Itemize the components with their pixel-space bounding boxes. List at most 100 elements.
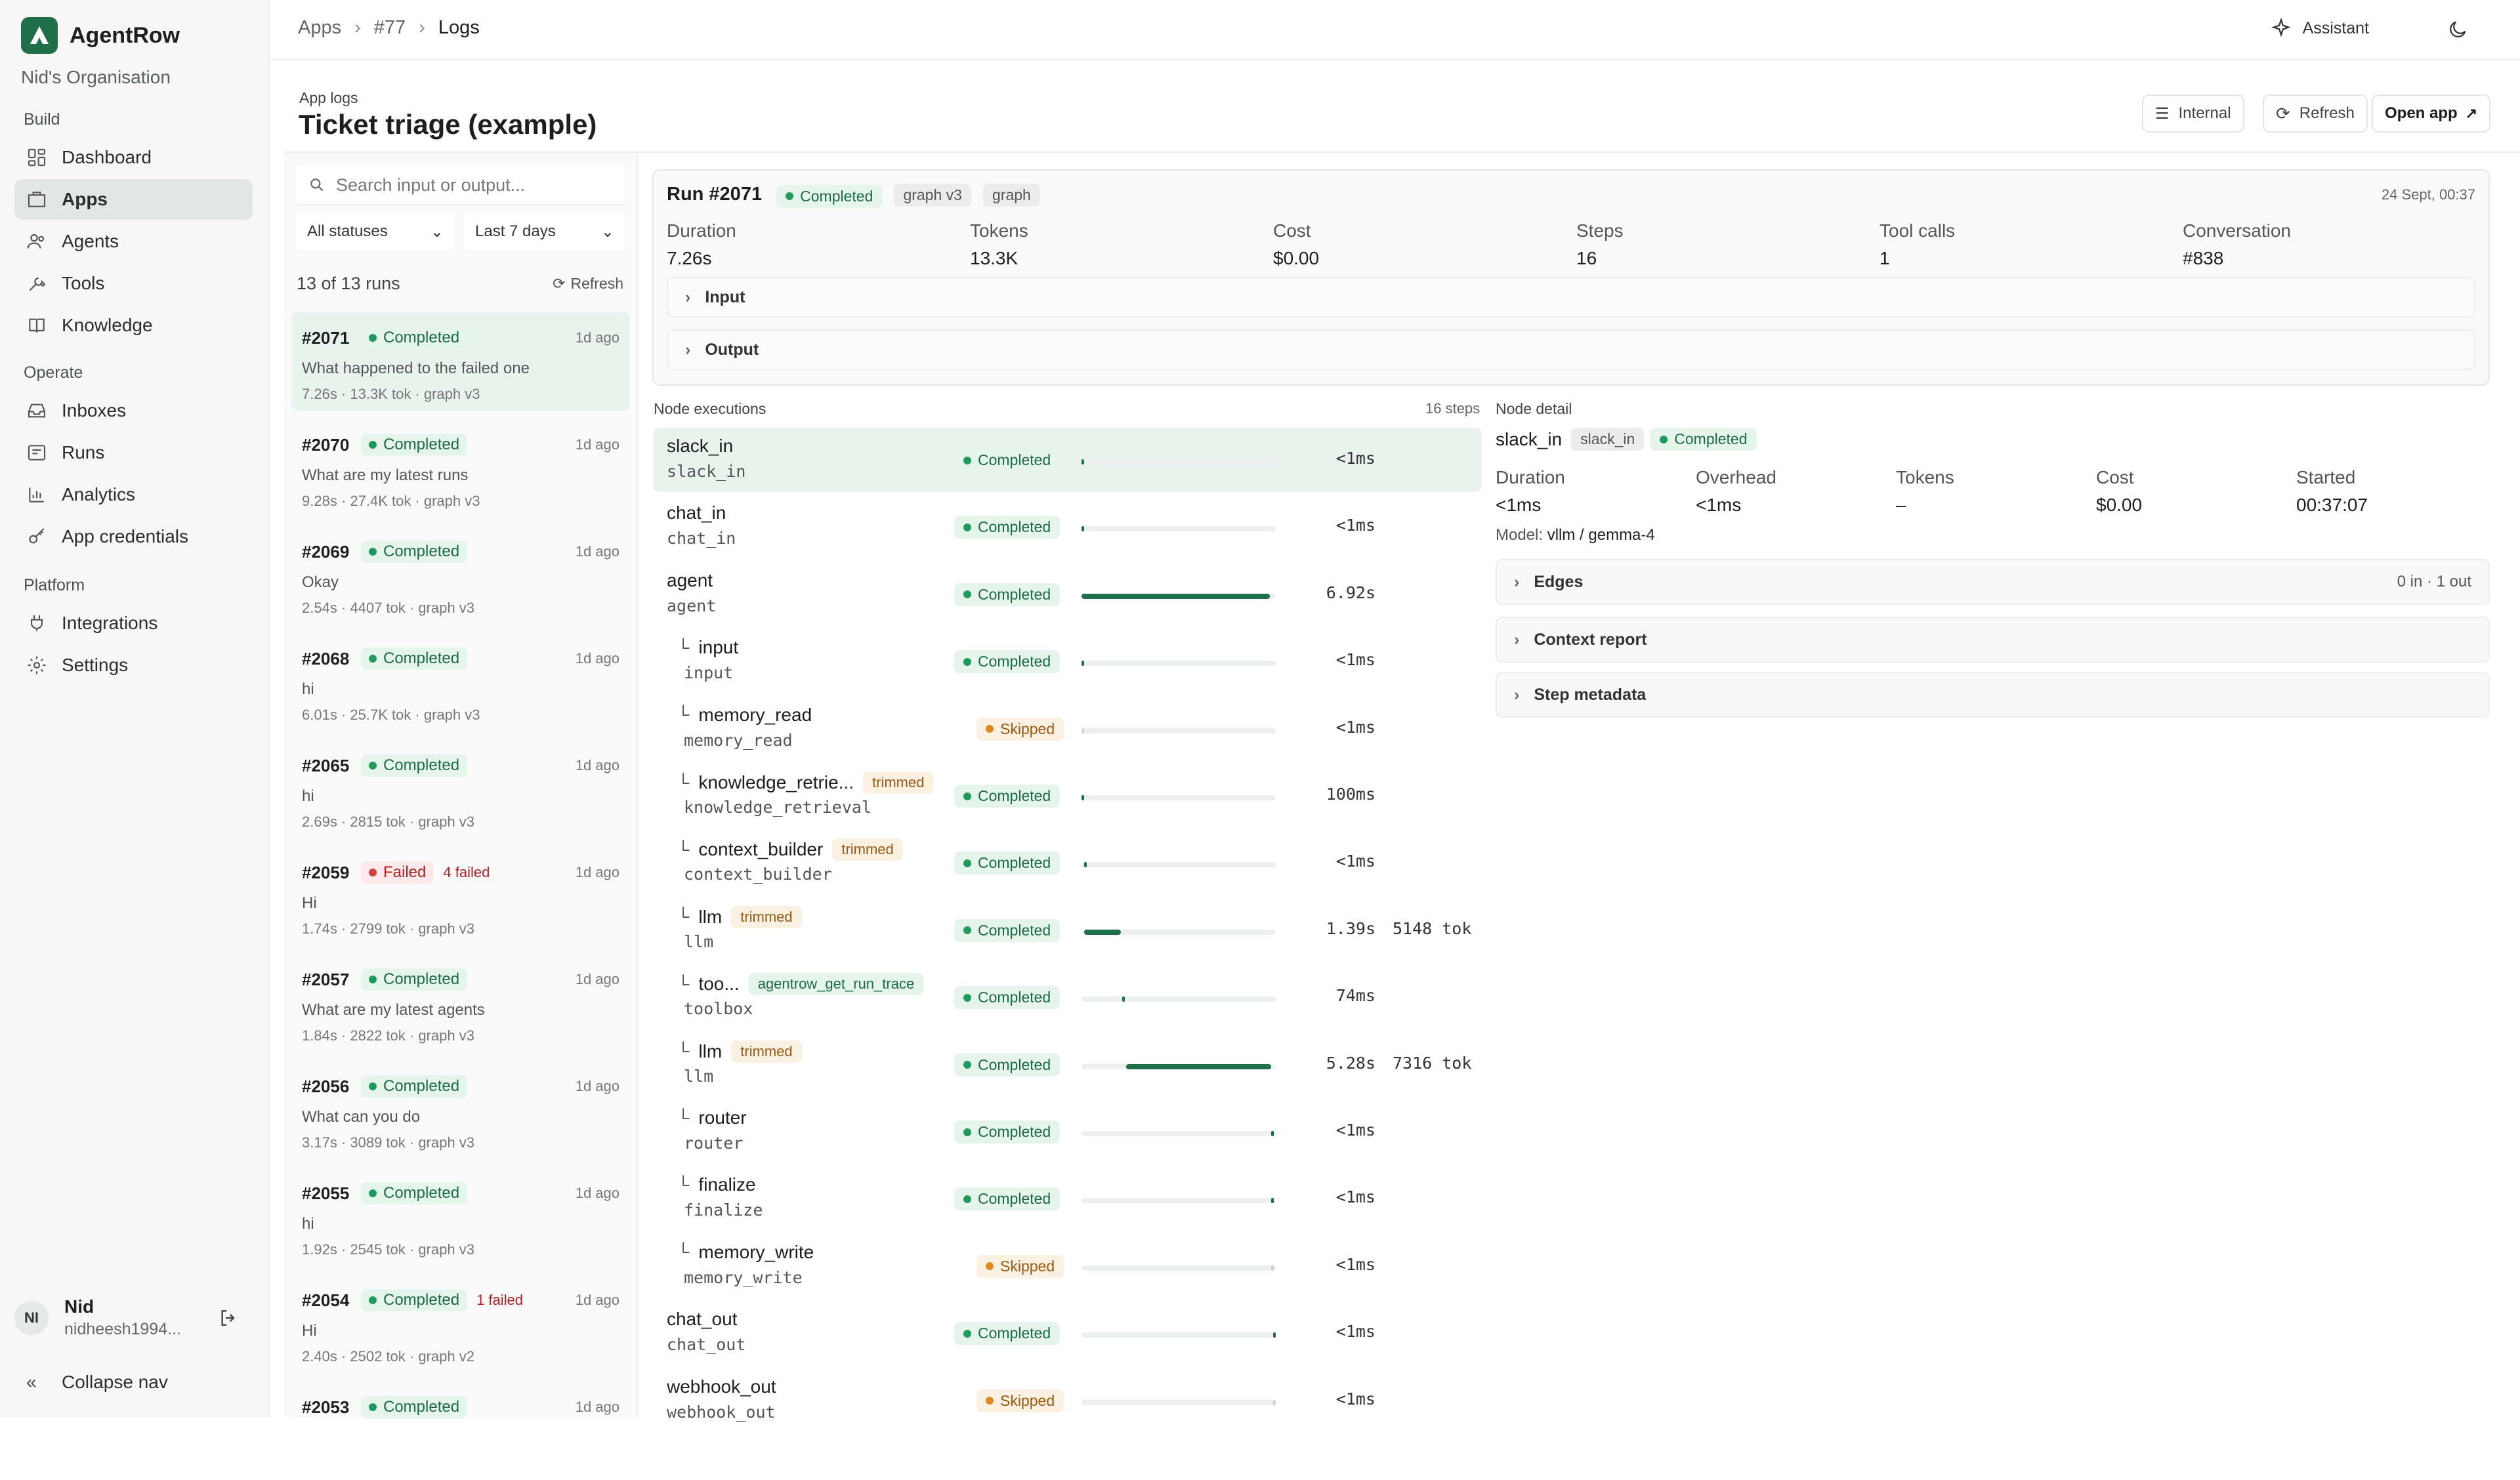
input-section-toggle[interactable]: › Input [667, 277, 2475, 318]
step-metadata-label: Step metadata [1534, 685, 1647, 704]
time-filter-select[interactable]: Last 7 days ⌄ [465, 213, 625, 250]
node-type: input [684, 663, 734, 683]
edges-section-toggle[interactable]: › Edges 0 in · 1 out [1496, 559, 2490, 605]
search-input[interactable]: Search input or output... [297, 166, 625, 205]
node-row[interactable]: chat_out chat_out Completed <1ms [654, 1301, 1482, 1365]
run-tag: graph [983, 184, 1040, 207]
node-detail-header: slack_in slack_in Completed [1496, 428, 1757, 451]
timeline-bar [1082, 459, 1084, 464]
run-list-item[interactable]: #2056 Completed 1d ago What can you do 3.17s… [291, 1061, 630, 1159]
node-row[interactable]: └ too... agentrow_get_run_trace toolbox Comp… [654, 965, 1482, 1029]
status-filter-select[interactable]: All statuses ⌄ [297, 213, 454, 250]
timeline-track [1082, 1131, 1276, 1136]
node-row[interactable]: chat_in chat_in Completed <1ms [654, 495, 1482, 559]
metric-label: Steps [1576, 220, 1624, 241]
run-query: hi [302, 787, 314, 805]
run-status-label: Failed [383, 863, 427, 881]
node-type: finalize [684, 1201, 763, 1220]
input-section-label: Input [705, 287, 746, 306]
node-row[interactable]: └ knowledge_retrie... trimmed knowledge_ret… [654, 764, 1482, 828]
node-duration: 74ms [1335, 986, 1376, 1006]
run-list-item[interactable]: #2065 Completed 1d ago hi 2.69s · 2815 tok ·… [291, 740, 630, 838]
org-name[interactable]: Nid's Organisation [21, 67, 171, 88]
node-row[interactable]: └ context_builder trimmed context_builder Co… [654, 831, 1482, 895]
step-metadata-toggle[interactable]: › Step metadata [1496, 672, 2490, 718]
node-duration: <1ms [1335, 1389, 1376, 1408]
node-row[interactable]: webhook_out webhook_out Skipped <1ms [654, 1368, 1482, 1433]
nav-label: Runs [62, 442, 105, 462]
run-list-item[interactable]: #2071 Completed 1d ago What happened to the… [291, 312, 630, 411]
metric-value: <1ms [1696, 495, 1742, 515]
run-list-item[interactable]: #2053 Completed 1d ago [291, 1382, 630, 1480]
node-status-label: Skipped [1000, 1391, 1055, 1409]
assistant-button[interactable]: Assistant [2270, 17, 2369, 39]
nav-inboxes[interactable]: Inboxes [14, 390, 253, 431]
node-name-label: chat_in [667, 503, 726, 524]
node-detail-title: Node detail [1496, 400, 1572, 417]
node-row[interactable]: └ finalize finalize Completed <1ms [654, 1166, 1482, 1231]
refresh-icon: ⟳ [2276, 103, 2290, 123]
timeline-bar [1082, 526, 1084, 532]
run-list-item[interactable]: #2054 Completed 1 failed 1d ago Hi 2.40s · 25… [291, 1275, 630, 1373]
detail-tokens: Tokens – [1896, 467, 1954, 516]
nav-agents[interactable]: Agents [14, 221, 253, 262]
output-section-toggle[interactable]: › Output [667, 329, 2475, 370]
nav-label: Integrations [62, 613, 158, 633]
node-row[interactable]: └ router router Completed <1ms [654, 1100, 1482, 1164]
run-list-item[interactable]: #2059 Failed 4 failed 1d ago Hi 1.74s · 2799 … [291, 847, 630, 945]
nav-dashboard[interactable]: Dashboard [14, 137, 253, 178]
node-name-label: memory_write [698, 1241, 814, 1262]
nav-runs[interactable]: Runs [14, 432, 253, 473]
agents-icon [27, 234, 45, 249]
run-list-item[interactable]: #2055 Completed 1d ago hi 1.92s · 2545 tok ·… [291, 1168, 630, 1266]
node-type: chat_in [667, 529, 736, 548]
nav-app-credentials[interactable]: App credentials [14, 516, 253, 557]
run-list-item[interactable]: #2068 Completed 1d ago hi 6.01s · 25.7K tok … [291, 633, 630, 731]
detail-started: Started 00:37:07 [2296, 467, 2368, 516]
runs-refresh-button[interactable]: ⟳ Refresh [553, 275, 623, 293]
nav-settings[interactable]: Settings [14, 645, 253, 686]
run-status-label: Completed [383, 1398, 460, 1416]
breadcrumb-apps[interactable]: Apps [298, 17, 341, 39]
node-row[interactable]: └ memory_write memory_write Skipped <1ms [654, 1234, 1482, 1298]
run-list-item[interactable]: #2069 Completed 1d ago Okay 2.54s · 4407 tok… [291, 526, 630, 625]
run-meta: 2.69s · 2815 tok · graph v3 [302, 813, 474, 830]
nav-knowledge[interactable]: Knowledge [14, 305, 253, 346]
node-row[interactable]: slack_in slack_in Completed <1ms [654, 428, 1482, 492]
node-row[interactable]: agent agent Completed 6.92s [654, 562, 1482, 627]
run-list-item[interactable]: #2070 Completed 1d ago What are my latest r… [291, 419, 630, 518]
node-status-badge: Skipped [976, 1254, 1064, 1278]
node-tag: trimmed [832, 838, 903, 861]
node-name: └ memory_write [677, 1242, 814, 1263]
nav-analytics[interactable]: Analytics [14, 474, 253, 515]
internal-button[interactable]: ☰ Internal [2142, 94, 2244, 133]
node-row[interactable]: └ llm trimmed llm Completed 5.28s 7316 tok [654, 1033, 1482, 1097]
moon-icon[interactable] [2446, 18, 2469, 41]
run-meta: 3.17s · 3089 tok · graph v3 [302, 1134, 474, 1151]
breadcrumb-app[interactable]: #77 [374, 17, 406, 39]
node-row[interactable]: └ memory_read memory_read Skipped <1ms [654, 697, 1482, 761]
nav-tools[interactable]: Tools [14, 263, 253, 304]
node-name: └ memory_read [677, 705, 812, 726]
runs-refresh-label: Refresh [570, 275, 623, 292]
run-id: #2059 [302, 862, 350, 882]
node-row[interactable]: └ llm trimmed llm Completed 1.39s 5148 tok [654, 898, 1482, 962]
user-profile[interactable]: NI Nid nidheesh1994... [14, 1296, 251, 1339]
refresh-label: Refresh [2299, 104, 2355, 122]
nav-label: Inboxes [62, 400, 127, 421]
open-app-button[interactable]: Open app ↗ [2372, 94, 2491, 133]
nav-integrations[interactable]: Integrations [14, 603, 253, 644]
logout-icon[interactable] [218, 1307, 239, 1328]
node-row[interactable]: └ input input Completed <1ms [654, 629, 1482, 693]
collapse-nav-button[interactable]: « Collapse nav [14, 1362, 253, 1403]
metric-value[interactable]: #838 [2183, 248, 2291, 269]
nav-apps[interactable]: Apps [14, 179, 253, 220]
brand[interactable]: AgentRow [21, 17, 180, 54]
sparkle-icon [2271, 17, 2291, 37]
node-name: └ llm trimmed [677, 905, 802, 928]
refresh-button[interactable]: ⟳ Refresh [2263, 94, 2368, 133]
run-list-item[interactable]: #2057 Completed 1d ago What are my latest a… [291, 954, 630, 1052]
node-name: slack_in [667, 436, 733, 457]
node-duration: <1ms [1335, 1120, 1376, 1140]
context-report-toggle[interactable]: › Context report [1496, 617, 2490, 663]
